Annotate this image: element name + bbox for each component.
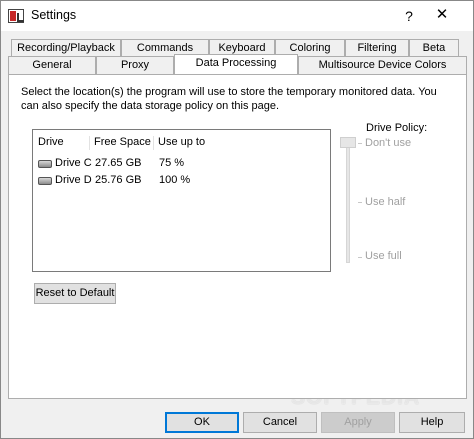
drive-list[interactable]: Drive Free Space Use up to Drive C 27.65…: [32, 129, 331, 272]
tab-general[interactable]: General: [8, 56, 96, 74]
slider-tick: [358, 143, 362, 144]
drive-row[interactable]: Drive D 25.76 GB 100 %: [33, 174, 330, 188]
ok-button[interactable]: OK: [165, 412, 239, 433]
data-processing-panel: Select the location(s) the program will …: [8, 74, 467, 399]
panel-description: Select the location(s) the program will …: [21, 86, 437, 112]
slider-tick: [358, 257, 362, 258]
column-header-drive[interactable]: Drive: [35, 136, 90, 150]
drive-free-space: 27.65 GB: [95, 157, 142, 169]
hard-drive-icon: [38, 177, 52, 185]
column-header-use-up-to[interactable]: Use up to: [155, 136, 235, 150]
drive-name: Drive D: [55, 174, 92, 186]
tab-data-processing[interactable]: Data Processing: [174, 54, 298, 74]
policy-option-use-full: Use full: [365, 250, 402, 262]
slider-tick: [358, 202, 362, 203]
tab-beta[interactable]: Beta: [409, 39, 459, 57]
tab-recording-playback[interactable]: Recording/Playback: [11, 39, 121, 57]
tab-filtering[interactable]: Filtering: [345, 39, 409, 57]
drive-policy-slider-thumb[interactable]: [340, 137, 356, 148]
cancel-button[interactable]: Cancel: [243, 412, 317, 433]
drive-policy-slider[interactable]: [346, 143, 350, 263]
policy-option-use-half: Use half: [365, 196, 406, 208]
tab-proxy[interactable]: Proxy: [96, 56, 174, 74]
policy-option-dont-use: Don't use: [365, 137, 412, 149]
drive-use-up-to: 100 %: [159, 174, 191, 186]
help-title-button[interactable]: ?: [399, 6, 419, 26]
drive-row[interactable]: Drive C 27.65 GB 75 %: [33, 157, 330, 171]
column-header-free-space[interactable]: Free Space: [91, 136, 154, 150]
reset-to-default-button[interactable]: Reset to Default: [34, 283, 116, 304]
window-title: Settings: [31, 8, 77, 22]
close-icon[interactable]: ✕: [432, 5, 452, 25]
app-icon: [8, 9, 24, 23]
drive-use-up-to: 75 %: [159, 157, 185, 169]
title-bar: Settings ? ✕: [1, 1, 473, 31]
help-button[interactable]: Help: [399, 412, 465, 433]
drive-free-space: 25.76 GB: [95, 174, 142, 186]
drive-policy-label: Drive Policy:: [366, 122, 428, 134]
apply-button: Apply: [321, 412, 395, 433]
hard-drive-icon: [38, 160, 52, 168]
drive-name: Drive C: [55, 157, 92, 169]
settings-window: Settings ? ✕ Recording/Playback Commands…: [0, 0, 474, 439]
tab-multisource-device-colors[interactable]: Multisource Device Colors: [298, 56, 467, 74]
